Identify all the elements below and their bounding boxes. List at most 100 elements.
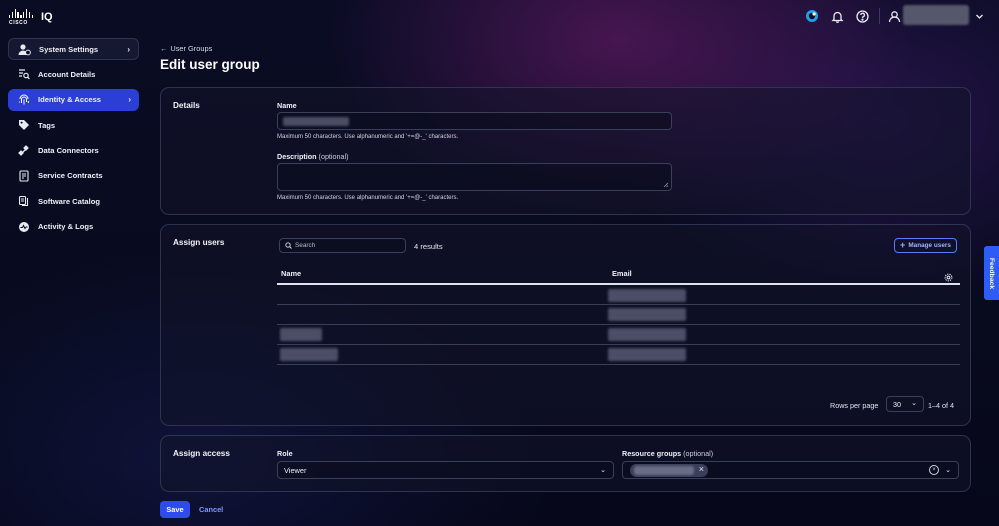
name-value-redacted — [283, 117, 349, 126]
help-icon[interactable] — [854, 8, 870, 24]
description-textarea[interactable] — [277, 163, 672, 191]
top-bar-divider — [879, 8, 880, 24]
arrow-left-icon: ← — [160, 44, 168, 53]
clear-selection-icon[interactable]: × — [929, 465, 939, 475]
chevron-down-icon: ⌄ — [911, 400, 917, 407]
chevron-right-icon: › — [127, 45, 130, 54]
resource-group-chip[interactable]: × — [630, 464, 708, 477]
table-row[interactable] — [277, 325, 960, 345]
name-input[interactable] — [277, 112, 672, 130]
assign-access-card: Assign access Role Viewer ⌄ Resource gro… — [160, 435, 971, 492]
sidebar-nav: System Settings › Account Details Identi… — [8, 38, 139, 241]
resource-groups-label: Resource groups (optional) — [622, 449, 713, 458]
activity-icon — [17, 220, 30, 233]
email-redacted — [608, 328, 686, 341]
assistant-icon[interactable] — [804, 8, 820, 24]
sidebar-item-label: Activity & Logs — [38, 222, 94, 232]
user-gear-icon — [18, 43, 31, 56]
sidebar-item-label: Account Details — [38, 69, 96, 79]
notifications-bell-icon[interactable] — [829, 8, 845, 24]
top-bar: CISCO IQ — [0, 0, 999, 32]
table-row[interactable] — [277, 345, 960, 365]
resource-groups-multiselect[interactable]: × × ⌄ — [622, 461, 959, 479]
sidebar-item-software-catalog[interactable]: Software Catalog — [8, 190, 139, 212]
optional-tag: (optional) — [318, 152, 349, 161]
page-title: Edit user group — [160, 57, 260, 72]
breadcrumb[interactable]: ← User Groups — [160, 44, 212, 53]
sidebar-item-label: System Settings — [39, 44, 99, 54]
optional-tag: (optional) — [683, 449, 714, 458]
cancel-button[interactable]: Cancel — [199, 505, 223, 514]
search-placeholder: Search — [295, 242, 316, 249]
cisco-wordmark: CISCO — [9, 20, 28, 26]
sidebar-item-system-settings[interactable]: System Settings › — [8, 38, 139, 60]
sidebar-item-label: Tags — [38, 120, 56, 130]
name-redacted — [280, 328, 322, 341]
resize-handle-icon[interactable] — [663, 182, 669, 188]
fingerprint-icon — [17, 93, 30, 106]
sidebar-item-account-details[interactable]: Account Details — [8, 63, 139, 85]
sidebar-item-label: Identity & Access — [38, 95, 102, 105]
breadcrumb-link-user-groups[interactable]: User Groups — [170, 44, 212, 53]
remove-chip-close-icon[interactable]: × — [699, 464, 704, 474]
role-select[interactable]: Viewer ⌄ — [277, 461, 614, 479]
name-redacted — [280, 348, 338, 361]
plus-icon: + — [900, 240, 906, 250]
rows-per-page-select[interactable]: 30 ⌄ — [886, 396, 924, 412]
assign-access-title: Assign access — [173, 449, 230, 458]
description-help-text: Maximum 50 characters. Use alphanumeric … — [277, 195, 459, 201]
role-label: Role — [277, 449, 293, 458]
sidebar-item-label: Software Catalog — [38, 196, 101, 206]
account-search-icon — [17, 68, 30, 81]
description-label: Description (optional) — [277, 152, 349, 161]
chevron-down-icon: ⌄ — [600, 467, 606, 474]
resource-groups-label-text: Resource groups — [622, 449, 682, 458]
search-icon — [285, 242, 292, 249]
chevron-down-icon[interactable]: ⌄ — [945, 466, 951, 474]
sidebar-item-identity-access[interactable]: Identity & Access › — [8, 88, 139, 111]
rows-per-page-label: Rows per page — [830, 401, 879, 410]
email-redacted — [608, 348, 686, 361]
email-redacted — [608, 308, 686, 321]
sidebar-item-activity-logs[interactable]: Activity & Logs — [8, 216, 139, 238]
cisco-bars-icon — [9, 8, 33, 18]
manage-users-button[interactable]: + Manage users — [894, 238, 957, 253]
feedback-tab[interactable]: Feedback — [984, 246, 999, 300]
product-name: IQ — [41, 11, 53, 23]
details-title: Details — [173, 101, 200, 110]
resource-group-redacted — [634, 466, 694, 475]
role-value: Viewer — [284, 465, 307, 475]
name-label: Name — [277, 101, 297, 110]
catalog-icon — [17, 195, 30, 208]
cisco-iq-logo[interactable]: CISCO IQ — [9, 8, 53, 26]
account-menu-chevron-down-icon[interactable] — [971, 8, 987, 24]
connector-icon — [17, 144, 30, 157]
user-name-redacted[interactable] — [903, 5, 969, 25]
table-row[interactable] — [277, 305, 960, 325]
sidebar-item-tags[interactable]: Tags — [8, 114, 139, 136]
chevron-right-icon: › — [128, 94, 131, 104]
assign-users-card: Assign users Search 4 results + Manage u… — [160, 224, 971, 426]
user-profile-icon[interactable] — [886, 8, 902, 24]
feedback-label: Feedback — [988, 257, 996, 289]
tag-icon — [17, 119, 30, 132]
user-search-input[interactable]: Search — [279, 238, 406, 253]
email-redacted — [608, 289, 686, 302]
pagination-range: 1–4 of 4 — [928, 401, 954, 410]
save-button[interactable]: Save — [160, 501, 190, 518]
rows-per-page-value: 30 — [893, 399, 901, 409]
sidebar-item-data-connectors[interactable]: Data Connectors — [8, 140, 139, 162]
table-row[interactable] — [277, 285, 960, 305]
name-help-text: Maximum 50 characters. Use alphanumeric … — [277, 134, 459, 140]
column-header-email[interactable]: Email — [612, 269, 632, 278]
details-card: Details Name Maximum 50 characters. Use … — [160, 87, 971, 215]
cisco-logo: CISCO — [9, 8, 33, 26]
sidebar-item-label: Data Connectors — [38, 146, 99, 156]
assign-users-title: Assign users — [173, 238, 225, 247]
contract-icon — [17, 169, 30, 182]
sidebar-item-label: Service Contracts — [38, 171, 103, 181]
sidebar-item-service-contracts[interactable]: Service Contracts — [8, 165, 139, 187]
description-label-text: Description — [277, 152, 317, 161]
column-header-name[interactable]: Name — [281, 269, 301, 278]
manage-users-label: Manage users — [908, 242, 951, 249]
